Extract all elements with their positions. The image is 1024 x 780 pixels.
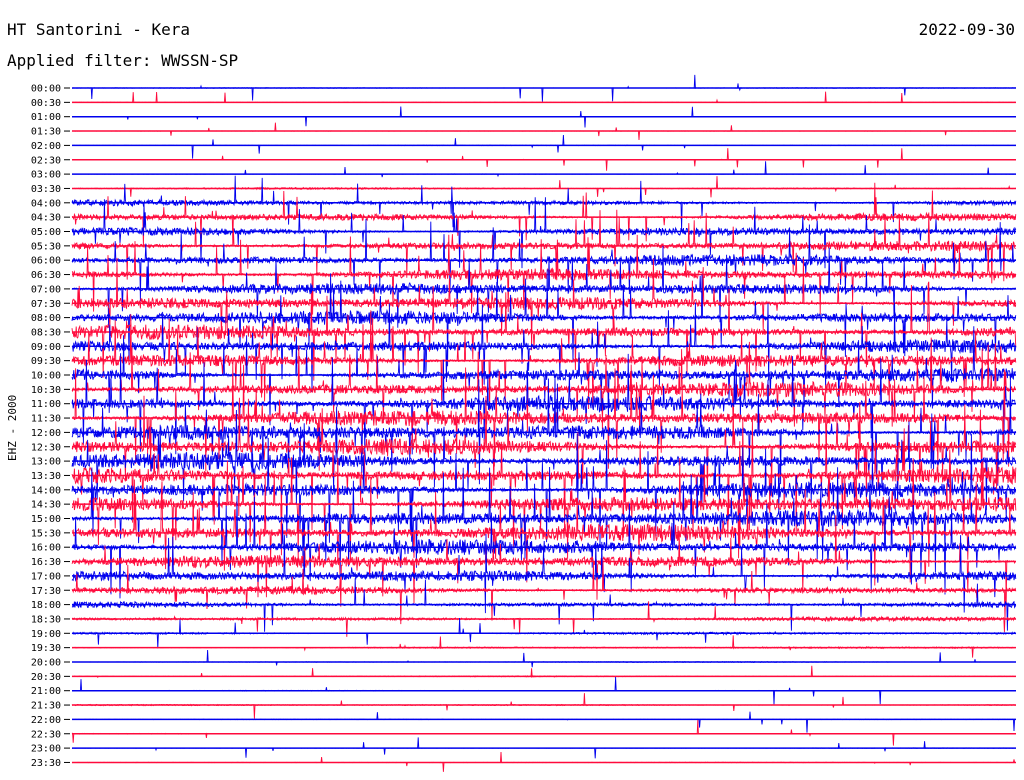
time-tick-label: 13:00 bbox=[31, 457, 61, 468]
time-tick-label: 03:00 bbox=[31, 170, 61, 181]
time-tick-label: 08:30 bbox=[31, 327, 61, 338]
time-tick-label: 10:30 bbox=[31, 385, 61, 396]
time-tick-label: 05:30 bbox=[31, 241, 61, 252]
seismogram-trace bbox=[71, 665, 1016, 679]
time-tick-label: 13:30 bbox=[31, 471, 61, 482]
time-tick-label: 12:30 bbox=[31, 442, 61, 453]
time-tick-label: 00:00 bbox=[31, 84, 61, 95]
helicorder-plot: 00:00 00:30 01:00 01:30 02:00 02:30 03:00 03:30… bbox=[31, 74, 1017, 772]
time-label-layer: 00:00 00:30 01:00 01:30 02:00 02:30 03:00 03:30… bbox=[31, 84, 70, 769]
trace-layer bbox=[71, 74, 1017, 772]
time-tick-label: 03:30 bbox=[31, 184, 61, 195]
time-tick-label: 00:30 bbox=[31, 98, 61, 109]
seismogram-trace bbox=[72, 649, 1016, 668]
time-tick-label: 14:30 bbox=[31, 500, 61, 511]
time-tick-label: 05:00 bbox=[31, 227, 61, 238]
time-tick-label: 17:00 bbox=[31, 571, 61, 582]
time-tick-label: 15:30 bbox=[31, 528, 61, 539]
time-tick-label: 18:00 bbox=[31, 600, 61, 611]
time-tick-label: 04:30 bbox=[31, 213, 61, 224]
time-tick-label: 01:00 bbox=[31, 112, 61, 123]
time-tick-label: 23:00 bbox=[31, 744, 61, 755]
time-tick-label: 23:30 bbox=[31, 758, 61, 769]
time-tick-label: 09:00 bbox=[31, 342, 61, 353]
time-tick-label: 16:00 bbox=[31, 543, 61, 554]
time-tick-label: 07:30 bbox=[31, 299, 61, 310]
time-tick-label: 06:30 bbox=[31, 270, 61, 281]
time-tick-label: 12:00 bbox=[31, 428, 61, 439]
time-tick-label: 02:00 bbox=[31, 141, 61, 152]
time-tick-label: 14:00 bbox=[31, 485, 61, 496]
time-tick-label: 15:00 bbox=[31, 514, 61, 525]
time-tick-label: 20:00 bbox=[31, 658, 61, 669]
seismogram-trace bbox=[71, 719, 1016, 746]
time-tick-label: 10:00 bbox=[31, 371, 61, 382]
time-tick-label: 01:30 bbox=[31, 127, 61, 138]
seismogram-trace bbox=[72, 134, 1016, 159]
time-tick-label: 07:00 bbox=[31, 284, 61, 295]
time-tick-label: 11:30 bbox=[31, 414, 61, 425]
time-tick-label: 17:30 bbox=[31, 586, 61, 597]
time-tick-label: 22:00 bbox=[31, 715, 61, 726]
seismogram-trace bbox=[71, 635, 1016, 658]
time-tick-label: 21:30 bbox=[31, 701, 61, 712]
time-tick-label: 19:00 bbox=[31, 629, 61, 640]
time-tick-label: 21:00 bbox=[31, 686, 61, 697]
seismogram-trace bbox=[72, 91, 1016, 104]
time-tick-label: 08:00 bbox=[31, 313, 61, 324]
time-tick-label: 02:30 bbox=[31, 155, 61, 166]
time-tick-label: 22:30 bbox=[31, 729, 61, 740]
time-tick-label: 06:00 bbox=[31, 256, 61, 267]
seismogram-trace bbox=[71, 693, 1017, 719]
time-tick-label: 04:00 bbox=[31, 198, 61, 209]
time-tick-label: 09:30 bbox=[31, 356, 61, 367]
seismogram-trace bbox=[71, 711, 1016, 733]
seismogram-trace bbox=[71, 281, 1017, 381]
time-tick-label: 18:30 bbox=[31, 614, 61, 625]
time-tick-label: 16:30 bbox=[31, 557, 61, 568]
time-tick-label: 19:30 bbox=[31, 643, 61, 654]
time-tick-label: 11:00 bbox=[31, 399, 61, 410]
time-tick-label: 20:30 bbox=[31, 672, 61, 683]
